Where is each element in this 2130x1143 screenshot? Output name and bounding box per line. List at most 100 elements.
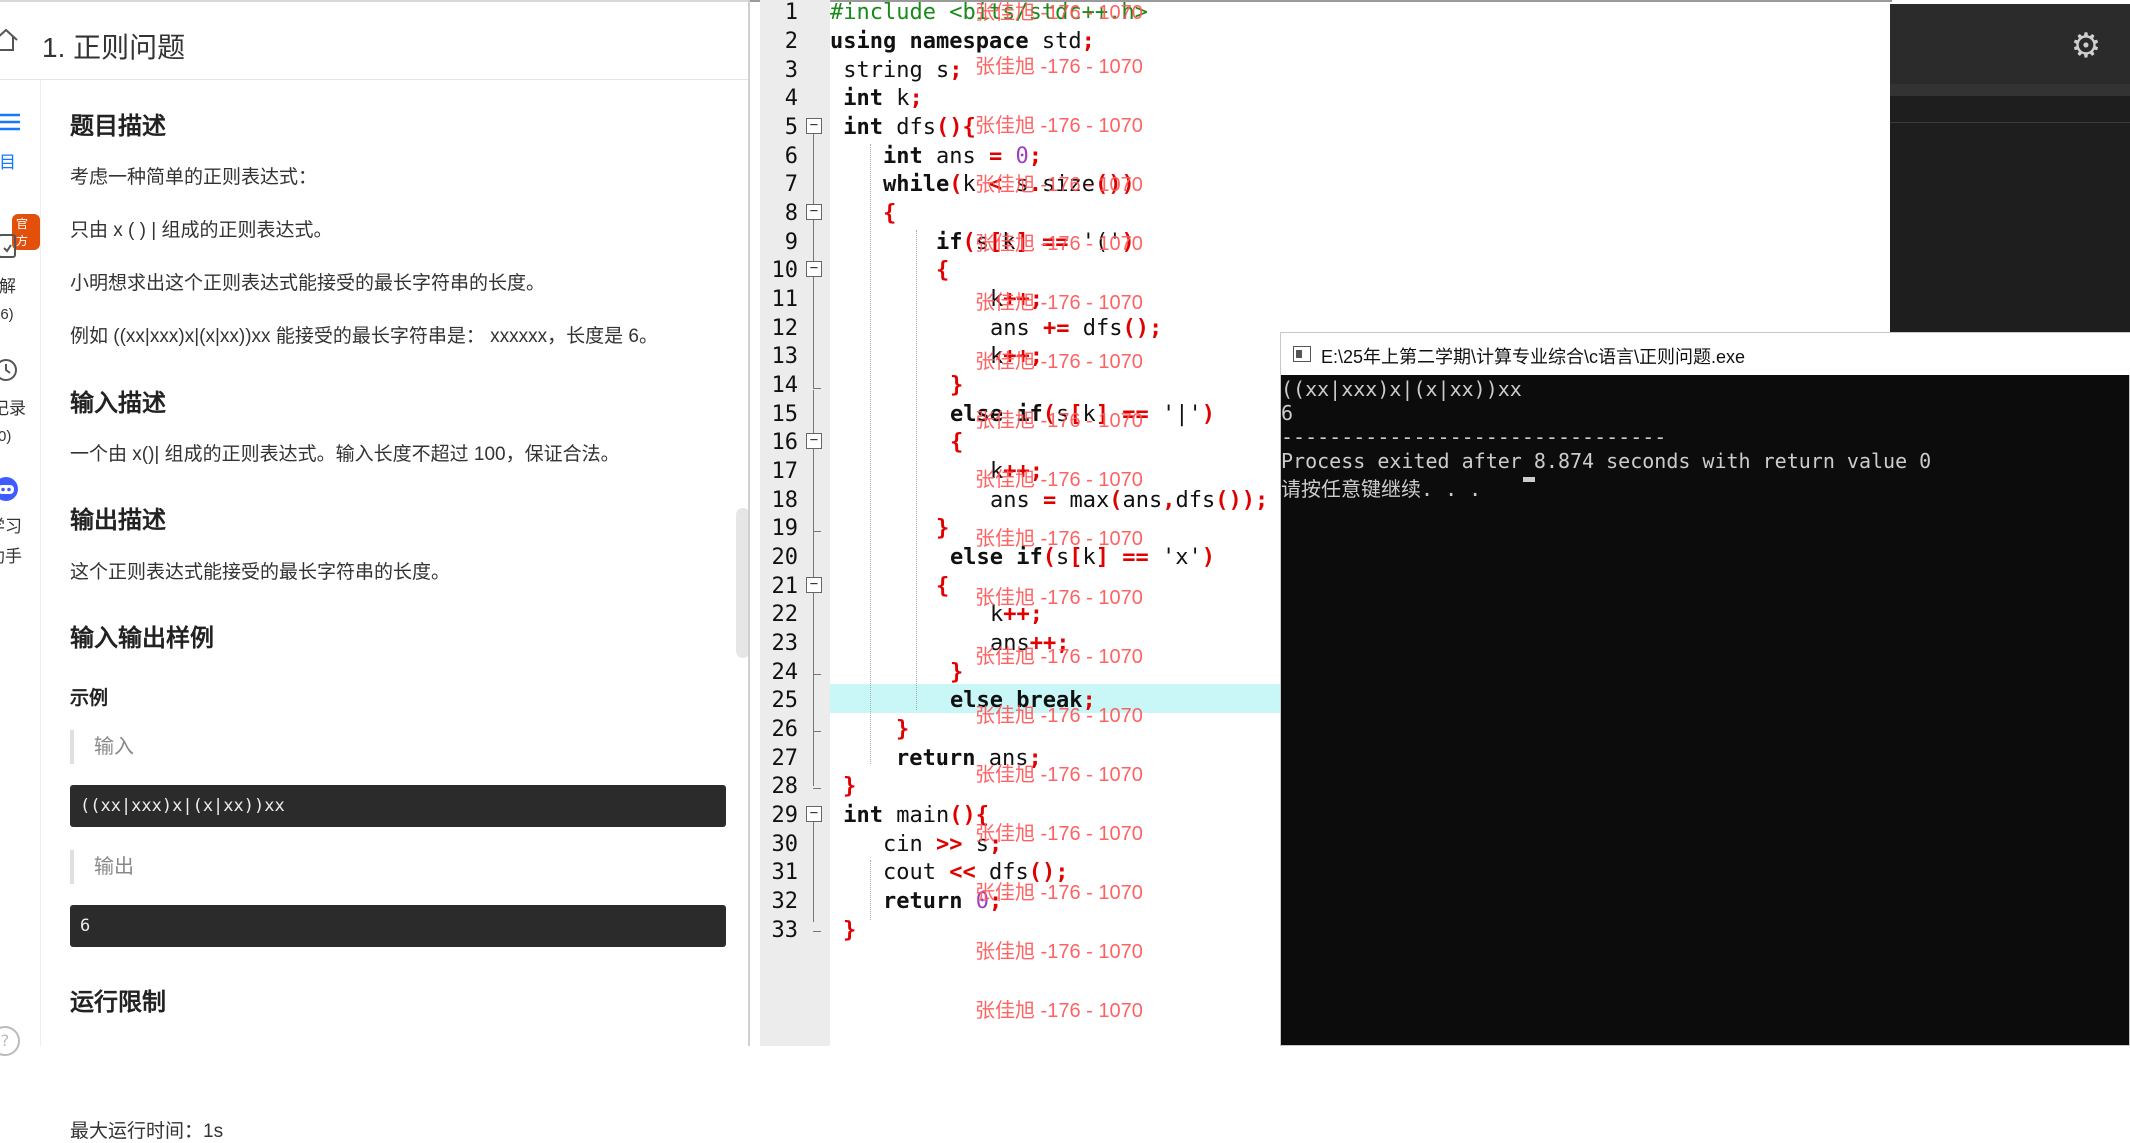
code-token: { [936,258,950,283]
code-token: int [830,86,883,111]
rail-item-assistant-2[interactable]: 助手 [0,542,28,567]
section-title-samples: 输入输出样例 [70,625,214,652]
watermark-text: 张佳旭 -176 - 1070 [975,174,1143,196]
code-line: } [843,918,856,947]
code-token: 'x' [1161,545,1202,570]
code-token: 0 [1002,144,1029,169]
watermark-text: 张佳旭 -176 - 1070 [975,410,1143,432]
sample-input-box[interactable]: ((xx|xxx)x|(x|xx))xx [70,785,726,827]
line-number: 19 [771,516,799,541]
watermark-text: 张佳旭 -176 - 1070 [975,823,1143,845]
code-token: { [883,201,897,226]
code-line: string s; [830,58,962,87]
code-token: ; [909,86,923,111]
example-label: 示例 [70,688,109,709]
watermark-text: 张佳旭 -176 - 1070 [975,1000,1143,1022]
line-number: 30 [771,832,799,857]
code-token: if [936,230,963,255]
line-number: 15 [771,402,799,427]
code-token: ()); [1215,488,1269,513]
code-line: { [936,574,949,603]
code-token: } [936,516,950,541]
fold-toggle-icon[interactable]: − [806,577,822,593]
code-token: int [830,115,883,140]
assistant-robot-icon[interactable] [0,474,24,504]
code-line: { [883,201,896,230]
watermark-text: 张佳旭 -176 - 1070 [975,351,1143,373]
rail-item-record[interactable]: 记录 [0,394,32,419]
code-token: << [949,860,976,885]
fold-toggle-icon[interactable]: − [806,806,822,822]
rail-item-assistant-1[interactable]: 学习 [0,512,28,537]
code-token: } [950,660,964,685]
line-number: 16 [771,430,799,455]
code-token: dfs [1069,316,1123,341]
problem-header: 1. 正则问题 [0,0,748,80]
line-number: 28 [771,774,799,799]
line-number: 32 [771,889,799,914]
home-icon[interactable] [0,26,20,54]
console-window[interactable]: E:\25年上第二学期\计算专业综合\c语言\正则问题.exe ((xx|xxx… [1280,332,2130,1046]
watermark-text: 张佳旭 -176 - 1070 [975,469,1143,491]
watermark-text: 张佳旭 -176 - 1070 [975,882,1143,904]
background-app-strip [1888,84,2130,96]
watermark-text: 张佳旭 -176 - 1070 [975,705,1143,727]
rail-item-problem[interactable]: 题目 [0,148,22,173]
code-line: { [950,430,963,459]
watermark-text: 张佳旭 -176 - 1070 [975,115,1143,137]
code-token: } [950,373,964,398]
gear-icon[interactable]: ⚙ [2066,26,2106,66]
code-line: int k; [830,86,923,115]
code-line: { [936,258,949,287]
line-number: 5 [784,115,798,140]
code-token: '|' [1161,402,1202,427]
fold-toggle-icon[interactable]: − [806,204,822,220]
fold-end [813,931,821,932]
left-rail: 题目 官方 题解 96) 记录 0) 学习 助手 [0,80,41,1046]
code-token: int [883,144,923,169]
code-line: int main(){ [830,803,989,832]
line-number: 6 [784,144,798,169]
code-token: ) [1201,402,1215,427]
fold-end [813,388,821,389]
line-number: 7 [784,172,798,197]
code-token: } [843,918,857,943]
console-output-line: 请按任意键继续. . . [1281,477,1482,501]
watermark-text: 张佳旭 -176 - 1070 [975,587,1143,609]
limit-text: 最大运行时间：1s [70,1121,224,1142]
code-token: ; [1028,144,1042,169]
code-token: cin [883,832,936,857]
code-line: } [950,373,963,402]
description-paragraph: 考虑一种简单的正则表达式： [70,167,318,188]
code-token: { [950,430,964,455]
fold-toggle-icon[interactable]: − [806,261,822,277]
code-line: int dfs(){ [830,115,975,144]
line-number: 4 [784,86,798,111]
fold-end [813,731,821,732]
sample-output-label: 输出 [70,850,710,884]
code-token: return [896,746,976,771]
fold-toggle-icon[interactable]: − [806,433,822,449]
line-number: 11 [771,287,799,312]
fold-end [813,788,821,789]
input-description: 一个由 x()| 组成的正则表达式。输入长度不超过 100，保证合法。 [70,444,620,465]
line-number: 1 [784,0,798,25]
code-token: string s [830,58,950,83]
code-token: >> [935,832,963,857]
problem-page: 1. 正则问题 题目 官方 题解 96) 记录 0) 学习 助手 题目描述 考虑 [0,0,750,1142]
clock-icon[interactable] [0,356,22,384]
sample-output-box[interactable]: 6 [70,905,726,947]
watermark-text: 张佳旭 -176 - 1070 [975,2,1143,24]
section-title-input: 输入描述 [70,390,166,417]
line-number: 31 [771,860,799,885]
description-paragraph: 例如 ((xx|xxx)x|(x|xx))xx 能接受的最长字符串是： xxxx… [70,326,658,347]
fold-toggle-icon[interactable]: − [806,118,822,134]
rail-item-solution[interactable]: 题解 [0,272,22,297]
line-number: 25 [771,688,799,713]
console-titlebar[interactable]: E:\25年上第二学期\计算专业综合\c语言\正则问题.exe [1281,333,2130,375]
code-token: cout [883,860,950,885]
line-number: 12 [771,316,799,341]
list-icon[interactable] [0,110,22,134]
fold-end [813,531,821,532]
solution-icon[interactable] [0,232,20,260]
